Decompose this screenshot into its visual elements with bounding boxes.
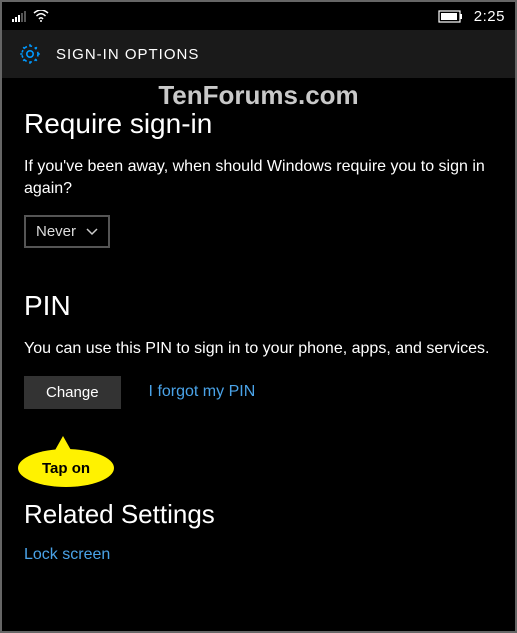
require-signin-desc: If you've been away, when should Windows…	[24, 156, 493, 199]
section-require-signin: Require sign-in If you've been away, whe…	[24, 108, 493, 248]
signal-icon	[12, 10, 27, 22]
battery-icon	[438, 10, 464, 23]
pin-actions: Change I forgot my PIN	[24, 376, 493, 409]
section-related: Related Settings Lock screen	[24, 499, 493, 564]
require-signin-dropdown[interactable]: Never	[24, 215, 110, 248]
change-pin-button[interactable]: Change	[24, 376, 121, 409]
status-bar: 2:25	[2, 2, 515, 30]
status-right: 2:25	[438, 8, 505, 25]
require-signin-title: Require sign-in	[24, 108, 493, 140]
related-title: Related Settings	[24, 499, 493, 530]
section-pin: PIN You can use this PIN to sign in to y…	[24, 290, 493, 409]
content: Require sign-in If you've been away, whe…	[2, 78, 515, 564]
page-header: SIGN-IN OPTIONS	[2, 30, 515, 78]
lock-screen-link[interactable]: Lock screen	[24, 546, 110, 563]
gear-icon	[18, 42, 42, 66]
clock: 2:25	[474, 8, 505, 25]
wifi-icon	[33, 10, 49, 22]
pin-desc: You can use this PIN to sign in to your …	[24, 338, 493, 360]
dropdown-value: Never	[36, 223, 76, 240]
status-left	[12, 10, 49, 22]
pin-title: PIN	[24, 290, 493, 322]
page-title: SIGN-IN OPTIONS	[56, 46, 199, 63]
chevron-down-icon	[86, 228, 98, 236]
forgot-pin-link[interactable]: I forgot my PIN	[149, 383, 256, 401]
callout-label: Tap on	[18, 449, 114, 487]
